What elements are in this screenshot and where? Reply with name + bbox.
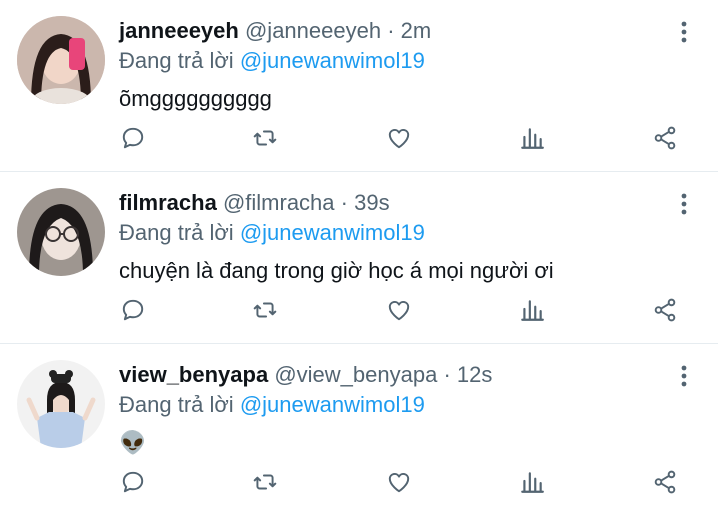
tweet[interactable]: filmracha @filmracha · 39s Đang trả lời … [0,172,718,344]
replying-to: Đang trả lời @junewanwimol19 [119,46,425,76]
share-icon[interactable] [645,462,685,502]
timestamp[interactable]: 39s [354,190,389,215]
tweet-text: chuyện là đang trong giờ học á mọi người… [119,258,554,283]
tweet-header: filmracha @filmracha · 39s [119,188,390,218]
replying-to: Đang trả lời @junewanwimol19 [119,390,425,420]
avatar[interactable] [17,360,105,448]
tweet-actions [0,290,718,330]
separator-dot: · [387,18,395,43]
tweet[interactable]: janneeeyeh @janneeeyeh · 2m Đang trả lời… [0,0,718,172]
tweet-text: 👽 [119,430,147,455]
heart-icon[interactable] [379,290,419,330]
tweet-actions [0,462,718,502]
replying-to-label: Đang trả lời [119,220,234,245]
display-name[interactable]: filmracha [119,190,217,215]
more-vertical-icon[interactable] [672,20,696,44]
tweet-header: view_benyapa @view_benyapa · 12s [119,360,492,390]
share-icon[interactable] [645,290,685,330]
retweet-icon[interactable] [245,462,285,502]
tweet[interactable]: view_benyapa @view_benyapa · 12s Đang tr… [0,344,718,516]
timestamp[interactable]: 2m [401,18,432,43]
bar-chart-icon[interactable] [512,118,552,158]
mention-link[interactable]: @junewanwimol19 [240,48,425,73]
tweet-actions [0,118,718,158]
replying-to-label: Đang trả lời [119,392,234,417]
retweet-icon[interactable] [245,290,285,330]
user-handle[interactable]: @janneeeyeh [245,18,381,43]
avatar[interactable] [17,188,105,276]
more-vertical-icon[interactable] [672,364,696,388]
separator-dot: · [443,362,451,387]
replying-to: Đang trả lời @junewanwimol19 [119,218,425,248]
heart-icon[interactable] [379,118,419,158]
separator-dot: · [340,190,348,215]
user-handle[interactable]: @view_benyapa [274,362,437,387]
bar-chart-icon[interactable] [512,462,552,502]
avatar[interactable] [17,16,105,104]
display-name[interactable]: janneeeyeh [119,18,239,43]
tweet-header: janneeeyeh @janneeeyeh · 2m [119,16,431,46]
timestamp[interactable]: 12s [457,362,492,387]
mention-link[interactable]: @junewanwimol19 [240,392,425,417]
heart-icon[interactable] [379,462,419,502]
retweet-icon[interactable] [245,118,285,158]
more-vertical-icon[interactable] [672,192,696,216]
display-name[interactable]: view_benyapa [119,362,268,387]
comment-icon[interactable] [113,462,153,502]
replying-to-label: Đang trả lời [119,48,234,73]
mention-link[interactable]: @junewanwimol19 [240,220,425,245]
comment-icon[interactable] [113,118,153,158]
reply-feed: janneeeyeh @janneeeyeh · 2m Đang trả lời… [0,0,718,520]
share-icon[interactable] [645,118,685,158]
user-handle[interactable]: @filmracha [223,190,335,215]
tweet-text: õmgggggggggg [119,86,272,111]
bar-chart-icon[interactable] [512,290,552,330]
comment-icon[interactable] [113,290,153,330]
